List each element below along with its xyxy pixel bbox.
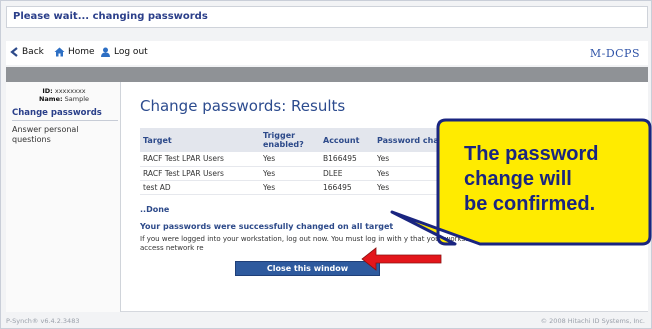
home-link[interactable]: Home (54, 47, 95, 57)
sidebar-item-change-passwords[interactable]: Change passwords (12, 108, 118, 121)
cell-trigger: Yes (260, 152, 320, 167)
sidebar: ID: xxxxxxxx Name: Sample Change passwor… (6, 82, 121, 312)
name-label: Name: (38, 95, 63, 103)
success-message: Your passwords were successfully changed… (140, 222, 394, 231)
home-icon (54, 47, 65, 57)
page-title: Change passwords: Results (140, 97, 346, 115)
callout-line: change will (464, 168, 572, 190)
table-header-row: Target Trigger enabled? Account Password… (140, 128, 470, 152)
window-title-bar: Please wait... changing passwords (6, 6, 648, 28)
user-icon (101, 47, 110, 57)
table-row: test AD Yes 166495 Yes (140, 180, 470, 195)
callout-line: The password (464, 143, 599, 165)
cell-changed: Yes (374, 180, 470, 195)
logout-link[interactable]: Log out (100, 47, 148, 57)
col-header-password-changed: Password changed? (374, 128, 470, 152)
id-value: xxxxxxxx (54, 87, 86, 95)
col-header-target: Target (140, 128, 260, 152)
callout-text: The password change will be confirmed. (464, 142, 652, 217)
cell-account: 166495 (320, 180, 374, 195)
cell-account: DLEE (320, 166, 374, 181)
cell-trigger: Yes (260, 180, 320, 195)
sidebar-item-answer-questions[interactable]: Answer personal questions (12, 125, 112, 145)
col-header-account: Account (320, 128, 374, 152)
done-status: ..Done (140, 205, 170, 214)
brand-logo: M-DCPS (589, 47, 640, 60)
version-text: P-Synch® v6.4.2.3483 (6, 317, 80, 325)
back-arrow-icon (10, 47, 18, 57)
cell-account: B166495 (320, 152, 374, 167)
window-title: Please wait... changing passwords (13, 11, 208, 22)
col-header-trigger: Trigger enabled? (260, 128, 320, 152)
cell-target: test AD (140, 180, 260, 195)
nav-bar: Back Home Log out M-DCPS (6, 41, 648, 65)
id-label: ID: (42, 87, 53, 95)
back-label: Back (22, 47, 44, 57)
copyright-text: © 2008 Hitachi ID Systems, Inc. (540, 317, 645, 325)
cell-target: RACF Test LPAR Users (140, 166, 260, 181)
cell-changed: Yes (374, 166, 470, 181)
header-divider-bar (6, 67, 648, 82)
logout-label: Log out (114, 47, 148, 57)
back-link[interactable]: Back (10, 47, 44, 57)
cell-trigger: Yes (260, 166, 320, 181)
callout-line: be confirmed. (464, 193, 596, 215)
name-value: Sample (64, 95, 90, 103)
cell-target: RACF Test LPAR Users (140, 152, 260, 167)
cell-changed: Yes (374, 152, 470, 167)
close-window-button[interactable]: Close this window (235, 261, 380, 276)
user-id-box: ID: xxxxxxxx Name: Sample (14, 87, 114, 103)
table-row: RACF Test LPAR Users Yes B166495 Yes (140, 152, 470, 167)
results-table: Target Trigger enabled? Account Password… (140, 128, 470, 195)
table-row: RACF Test LPAR Users Yes DLEE Yes (140, 166, 470, 181)
home-label: Home (68, 47, 95, 57)
info-message: If you were logged into your workstation… (140, 235, 630, 252)
